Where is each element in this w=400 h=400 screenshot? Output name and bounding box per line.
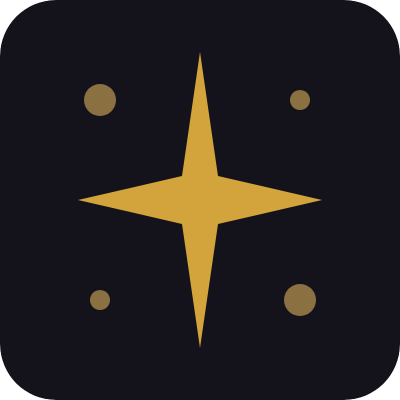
app-icon[interactable] [0, 0, 400, 400]
dot-top-right-icon [290, 90, 310, 110]
dot-bottom-left-icon [90, 290, 110, 310]
dot-top-left-icon [84, 84, 116, 116]
dot-bottom-right-icon [284, 284, 316, 316]
sparkle-star-icon [0, 0, 400, 400]
